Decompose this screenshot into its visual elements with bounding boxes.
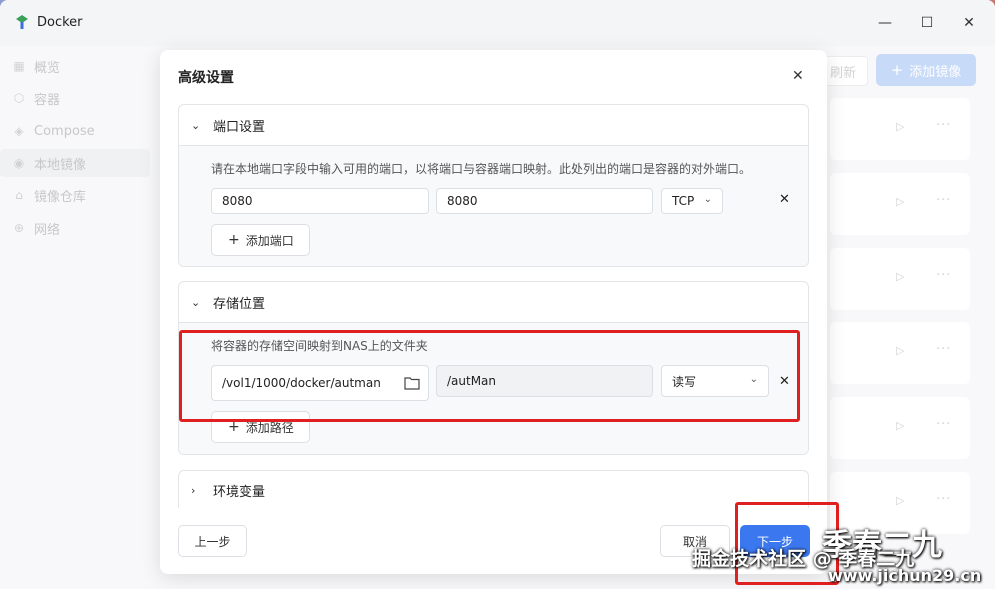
- port-settings-body: 请在本地端口字段中输入可用的端口，以将端口与容器端口映射。此处列出的端口是容器的…: [179, 145, 808, 266]
- window-title: Docker: [37, 15, 83, 30]
- local-port-input[interactable]: 8080: [211, 188, 429, 214]
- advanced-settings-dialog: 高级设置 ✕ ⌄ 端口设置 请在本地端口字段中输入可用的端口，以将端口与容器端口…: [160, 50, 827, 574]
- title-bar: Docker — ☐ ✕: [0, 0, 995, 46]
- plus-icon: +: [228, 232, 240, 248]
- port-settings-header[interactable]: ⌄ 端口设置: [179, 105, 808, 145]
- chevron-down-icon: ⌄: [191, 295, 201, 309]
- env-vars-header[interactable]: › 环境变量: [179, 471, 808, 509]
- env-vars-section: › 环境变量: [178, 470, 809, 508]
- prev-step-button[interactable]: 上一步: [178, 525, 247, 557]
- add-port-label: 添加端口: [245, 233, 294, 248]
- section-title: 存储位置: [213, 296, 266, 312]
- remove-port-icon[interactable]: ✕: [779, 192, 790, 207]
- maximize-button[interactable]: ☐: [916, 12, 938, 34]
- section-title: 端口设置: [213, 119, 266, 135]
- container-port-input[interactable]: 8080: [436, 188, 653, 214]
- protocol-value: TCP: [672, 194, 695, 208]
- storage-header[interactable]: ⌄ 存储位置: [179, 282, 808, 322]
- dialog-title: 高级设置: [178, 70, 234, 86]
- protocol-select[interactable]: TCP ⌄: [661, 188, 723, 214]
- port-settings-section: ⌄ 端口设置 请在本地端口字段中输入可用的端口，以将端口与容器端口映射。此处列出…: [178, 104, 809, 267]
- add-port-button[interactable]: + 添加端口: [211, 224, 310, 256]
- chevron-right-icon: ›: [191, 483, 196, 497]
- docker-app-icon: [16, 15, 28, 29]
- highlight-box-storage: [179, 330, 800, 422]
- close-window-button[interactable]: ✕: [958, 12, 980, 34]
- chevron-down-icon: ⌄: [191, 118, 201, 132]
- minimize-button[interactable]: —: [874, 12, 896, 34]
- close-icon[interactable]: ✕: [792, 68, 804, 84]
- watermark-site: www.jichun29.cn: [828, 566, 982, 585]
- docker-window: Docker — ☐ ✕ ▦ 概览 ⬡ 容器 ◈ Compose ◉ 本地镜像 …: [0, 0, 995, 589]
- chevron-down-icon: ⌄: [703, 194, 712, 205]
- port-description: 请在本地端口字段中输入可用的端口，以将端口与容器端口映射。此处列出的端口是容器的…: [211, 162, 752, 176]
- section-title: 环境变量: [213, 484, 266, 500]
